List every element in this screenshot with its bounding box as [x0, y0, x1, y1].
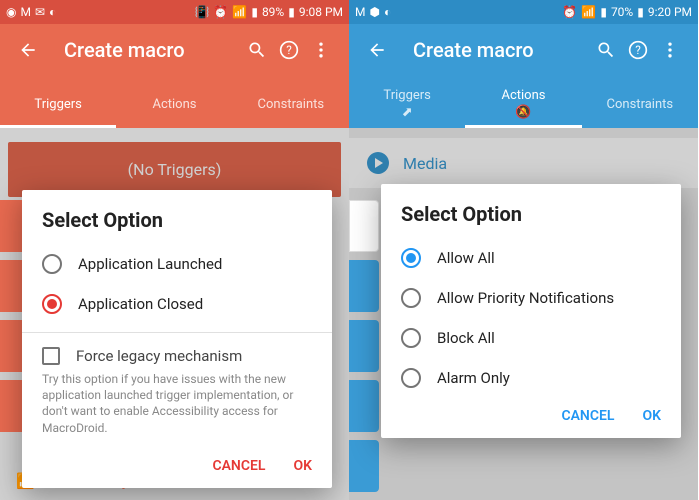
radio-application-closed[interactable]: Application Closed: [22, 284, 332, 324]
help-button[interactable]: ?: [622, 40, 654, 60]
back-button[interactable]: [12, 40, 44, 60]
ok-button[interactable]: OK: [293, 458, 312, 474]
radio-allow-priority[interactable]: Allow Priority Notifications: [381, 278, 681, 318]
overflow-button[interactable]: [654, 40, 686, 60]
checkbox-icon: [42, 347, 60, 365]
signal-icon: ▮: [251, 5, 258, 19]
radio-icon: [401, 288, 421, 308]
radio-icon: [42, 254, 62, 274]
radio-icon: [42, 294, 62, 314]
page-title: Create macro: [64, 38, 241, 62]
open-icon: ⬈: [402, 105, 413, 120]
dialog-title: Select Option: [22, 190, 332, 244]
alarm-icon: ⏰: [562, 5, 577, 19]
tab-triggers[interactable]: Triggers⬈: [349, 76, 465, 128]
ok-button[interactable]: OK: [642, 408, 661, 424]
select-option-dialog: Select Option Application Launched Appli…: [22, 190, 332, 488]
svg-text:?: ?: [286, 43, 292, 57]
wifi-icon: 📶: [232, 5, 247, 19]
radio-block-all[interactable]: Block All: [381, 318, 681, 358]
notif-icon: M: [355, 5, 365, 19]
checkbox-force-legacy[interactable]: Force legacy mechanism: [22, 337, 332, 371]
svg-text:?: ?: [635, 43, 641, 57]
tab-triggers[interactable]: Triggers: [0, 76, 116, 128]
tab-constraints[interactable]: Constraints: [233, 76, 349, 128]
sidebar-icon: [349, 260, 379, 312]
clock: 9:20 PM: [648, 5, 692, 19]
radio-icon: [401, 368, 421, 388]
cancel-button[interactable]: CANCEL: [212, 458, 265, 474]
tab-constraints[interactable]: Constraints: [582, 76, 698, 128]
overflow-button[interactable]: [305, 40, 337, 60]
page-title: Create macro: [413, 38, 590, 62]
help-button[interactable]: ?: [273, 40, 305, 60]
signal-icon: ▮: [600, 5, 607, 19]
search-button[interactable]: [590, 40, 622, 60]
mute-icon: 🔕: [515, 105, 531, 120]
sidebar-icon: [349, 440, 379, 492]
tab-actions[interactable]: Actions🔕: [465, 76, 581, 128]
clock: 9:08 PM: [299, 5, 343, 19]
notif-icon: ◉: [6, 5, 16, 19]
alarm-icon: ⏰: [213, 5, 228, 19]
status-bar: ◉ M ✉ ◐ 📳 ⏰ 📶 ▮ 89% ▮ 9:08 PM: [0, 0, 349, 24]
cancel-button[interactable]: CANCEL: [561, 408, 614, 424]
tab-actions[interactable]: Actions: [116, 76, 232, 128]
battery-percent: 70%: [611, 5, 633, 19]
vibrate-icon: 📳: [194, 5, 209, 19]
sidebar-icon: [349, 380, 379, 432]
notif-icon: ◐: [49, 5, 56, 19]
tab-bar: Triggers Actions Constraints: [0, 76, 349, 128]
dialog-title: Select Option: [381, 184, 681, 238]
radio-icon: [401, 328, 421, 348]
radio-application-launched[interactable]: Application Launched: [22, 244, 332, 284]
search-button[interactable]: [241, 40, 273, 60]
radio-alarm-only[interactable]: Alarm Only: [381, 358, 681, 398]
app-bar: Create macro ?: [0, 24, 349, 76]
radio-icon: [401, 248, 421, 268]
sidebar-icon: [349, 200, 379, 252]
sidebar-icon: [349, 320, 379, 372]
radio-allow-all[interactable]: Allow All: [381, 238, 681, 278]
status-bar: M ⬢ ◐ ⏰ 📶 ▮ 70% ▮ 9:20 PM: [349, 0, 698, 24]
hint-text: Try this option if you have issues with …: [22, 371, 332, 448]
battery-percent: 89%: [262, 5, 284, 19]
battery-icon: ▮: [637, 5, 644, 19]
notif-icon: ◐: [384, 5, 391, 19]
select-option-dialog: Select Option Allow All Allow Priority N…: [381, 184, 681, 438]
app-bar: Create macro ?: [349, 24, 698, 76]
notif-icon: M: [20, 5, 30, 19]
tab-bar: Triggers⬈ Actions🔕 Constraints: [349, 76, 698, 128]
mail-icon: ✉: [35, 5, 45, 19]
notif-icon: ⬢: [369, 5, 379, 19]
wifi-icon: 📶: [581, 5, 596, 19]
battery-icon: ▮: [288, 5, 295, 19]
back-button[interactable]: [361, 40, 393, 60]
